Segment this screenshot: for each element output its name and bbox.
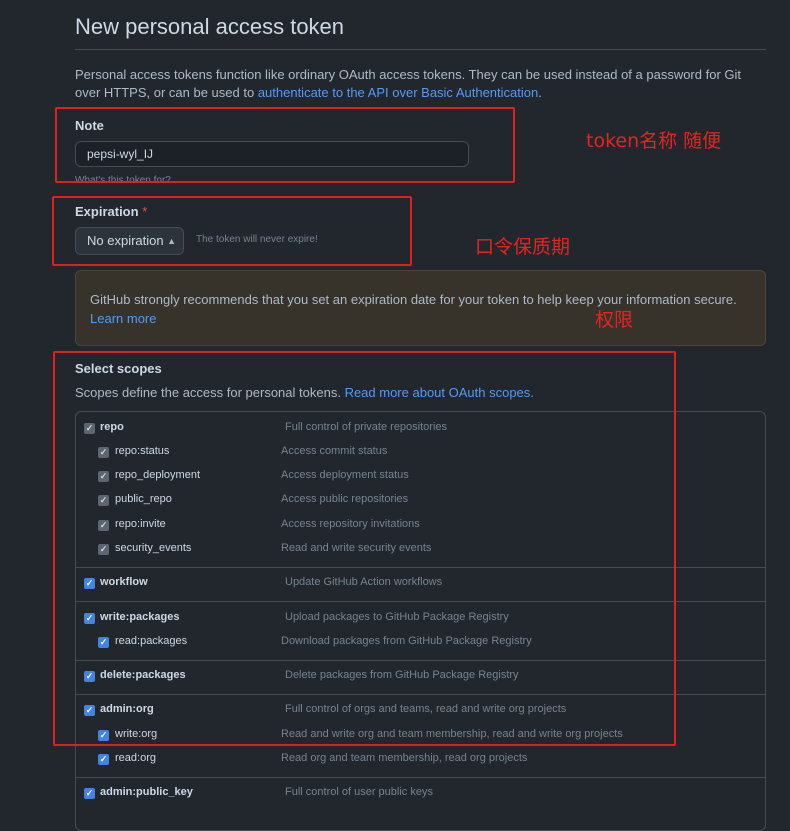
note-annotation: token名称 随便 (586, 130, 722, 152)
warning-text: GitHub strongly recommends that you set … (90, 292, 737, 307)
expiration-warning: GitHub strongly recommends that you set … (90, 290, 750, 328)
scope-checkbox[interactable]: ✓ (98, 754, 109, 765)
expiration-annotation: 口令保质期 (475, 236, 571, 258)
expiration-highlight-box (52, 196, 412, 266)
basic-auth-link[interactable]: authenticate to the API over Basic Authe… (258, 85, 538, 100)
note-highlight-box (55, 107, 515, 183)
intro-suffix: . (538, 85, 542, 100)
intro-text: Personal access tokens function like ord… (75, 66, 765, 102)
scope-description: Full control of user public keys (285, 786, 433, 798)
scopes-highlight-box (53, 351, 676, 746)
scope-name: admin:public_key (100, 786, 193, 798)
title-divider (75, 49, 766, 50)
learn-more-link[interactable]: Learn more (90, 311, 156, 326)
scope-name: read:org (115, 752, 156, 764)
scope-group-divider (76, 777, 765, 778)
page-title: New personal access token (75, 14, 345, 39)
scopes-annotation: 权限 (595, 309, 634, 331)
scope-description: Read org and team membership, read org p… (281, 752, 528, 764)
